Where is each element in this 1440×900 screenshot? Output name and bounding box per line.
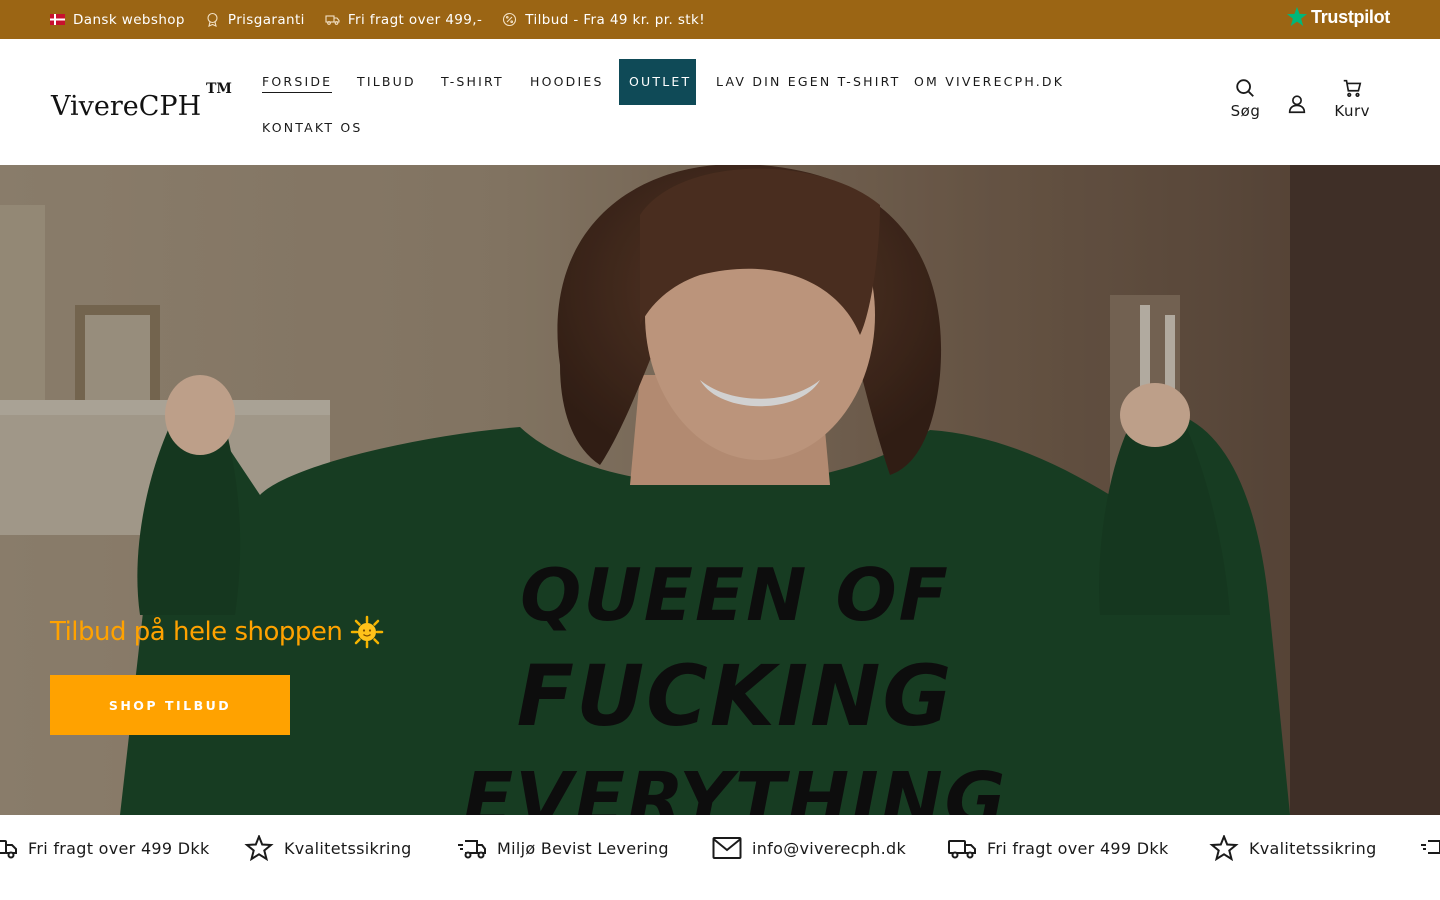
discount-icon	[502, 12, 517, 27]
marquee-item-eco-delivery: Miljø Bevist Levering	[457, 835, 669, 861]
award-icon	[205, 12, 220, 27]
shop-offers-button[interactable]: SHOP TILBUD	[50, 675, 290, 735]
hero-title-text: Tilbud på hele shoppen	[50, 617, 343, 647]
marquee-item-email[interactable]: info@viverecph.dk	[712, 835, 906, 861]
marquee-text: Miljø Bevist Levering	[497, 838, 669, 858]
trustpilot-label: Trustpilot	[1311, 6, 1390, 27]
announcement-offer: Tilbud - Fra 49 kr. pr. stk!	[502, 12, 705, 28]
announcement-text: Tilbud - Fra 49 kr. pr. stk!	[525, 11, 706, 28]
truck-icon	[0, 840, 17, 859]
announcement-bar: Dansk webshop Prisgaranti Fri fragt over…	[0, 0, 1440, 39]
nav-item-t-shirt[interactable]: T-SHIRT	[431, 59, 514, 105]
cart-icon	[1343, 79, 1362, 97]
nav-item-om-viverecph[interactable]: OM VIVERECPH.DK	[904, 59, 1074, 105]
fast-delivery-icon	[458, 840, 486, 859]
hero-title: Tilbud på hele shoppen	[50, 615, 384, 649]
nav-item-outlet[interactable]: OUTLET	[619, 59, 696, 105]
site-header: VivereCPH TM FORSIDE TILBUD T-SHIRT HOOD…	[0, 39, 1440, 165]
search-button[interactable]: Søg	[1231, 77, 1261, 120]
nav-item-kontakt-os[interactable]: KONTAKT OS	[252, 105, 373, 151]
marquee-item-quality-2: Kvalitetssikring	[1209, 835, 1377, 861]
star-icon	[244, 835, 274, 861]
trustpilot-badge[interactable]: Trustpilot	[1286, 6, 1390, 28]
marquee-item-free-shipping-2: Fri fragt over 499 Dkk	[947, 835, 1169, 861]
search-label: Søg	[1230, 102, 1261, 120]
user-icon	[1289, 95, 1306, 114]
usp-marquee: Fri fragt over 499 Dkk Kvalitetssikring …	[0, 815, 1440, 885]
site-logo[interactable]: VivereCPH TM	[51, 81, 232, 122]
marquee-text: Fri fragt over 499 Dkk	[987, 838, 1169, 858]
logo-text: VivereCPH	[51, 91, 202, 122]
cart-label: Kurv	[1334, 102, 1370, 120]
fast-delivery-icon	[1421, 840, 1440, 854]
sun-icon	[351, 615, 384, 649]
account-button[interactable]	[1286, 93, 1308, 118]
marquee-text: Kvalitetssikring	[1249, 838, 1377, 858]
nav-item-hoodies[interactable]: HOODIES	[520, 59, 614, 105]
nav-item-tilbud[interactable]: TILBUD	[347, 59, 426, 105]
trustpilot-star-icon	[1286, 6, 1308, 26]
header-actions: Søg Kurv	[1205, 77, 1370, 120]
announcement-text: Fri fragt over 499,-	[347, 11, 483, 28]
hero-banner: QUEEN OF FUCKING EVERYTHING Tilbud på he…	[0, 165, 1440, 815]
announcement-price-guarantee: Prisgaranti	[205, 12, 305, 28]
logo-trademark: TM	[206, 81, 232, 97]
denmark-flag-icon	[50, 12, 65, 27]
marquee-text: info@viverecph.dk	[752, 838, 907, 858]
nav-item-lav-din-egen-t-shirt[interactable]: LAV DIN EGEN T-SHIRT	[706, 59, 910, 105]
star-icon	[1209, 835, 1239, 861]
mail-icon	[712, 837, 742, 859]
marquee-item-free-shipping: Fri fragt over 499 Dkk	[0, 835, 210, 861]
announcement-free-shipping: Fri fragt over 499,-	[325, 12, 482, 28]
marquee-item-quality: Kvalitetssikring	[244, 835, 412, 861]
nav-item-forside[interactable]: FORSIDE	[252, 59, 342, 105]
search-icon	[1236, 79, 1255, 97]
marquee-item-partial	[1420, 835, 1440, 861]
truck-icon	[948, 840, 976, 859]
announcement-danish-webshop: Dansk webshop	[50, 12, 185, 28]
announcement-text: Prisgaranti	[227, 11, 305, 28]
cart-button[interactable]: Kurv	[1334, 77, 1370, 120]
marquee-text: Kvalitetssikring	[284, 838, 412, 858]
marquee-text: Fri fragt over 499 Dkk	[28, 838, 210, 858]
announcement-text: Dansk webshop	[73, 11, 185, 28]
truck-icon	[325, 12, 340, 27]
